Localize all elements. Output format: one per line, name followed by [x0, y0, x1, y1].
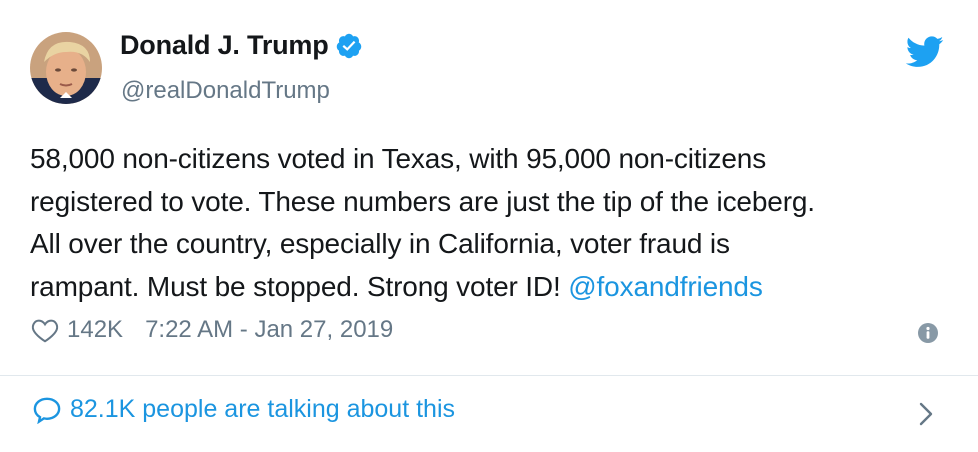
tweet-line-last: rampant. Must be stopped. Strong voter I…: [30, 266, 960, 309]
talking-about-label: 82.1K people are talking about this: [70, 395, 455, 423]
tweet-line: registered to vote. These numbers are ju…: [30, 185, 815, 217]
tweet-line: All over the country, especially in Cali…: [30, 228, 730, 259]
tweet-card: Donald J. Trump @realDonaldTrump 58,000 …: [0, 0, 978, 452]
mention-link[interactable]: @foxandfriends: [568, 271, 763, 302]
like-count[interactable]: 142K: [67, 316, 123, 344]
timestamp[interactable]: 7:22 AM - Jan 27, 2019: [145, 316, 393, 344]
avatar-image: [30, 32, 102, 104]
heart-icon[interactable]: [30, 315, 60, 345]
display-name[interactable]: Donald J. Trump: [120, 30, 329, 61]
chevron-right-icon[interactable]: [915, 401, 937, 427]
name-row: Donald J. Trump: [120, 30, 363, 61]
divider: [0, 375, 978, 376]
tweet-line-text: rampant. Must be stopped. Strong voter I…: [30, 270, 569, 302]
conversation-link[interactable]: 82.1K people are talking about this: [32, 395, 455, 424]
tweet-line: 58,000 non-citizens voted in Texas, with…: [30, 143, 767, 174]
tweet-text: 58,000 non-citizens voted in Texas, with…: [30, 138, 960, 308]
verified-badge-icon: [335, 32, 363, 60]
meta-row: 142K 7:22 AM - Jan 27, 2019: [30, 315, 393, 345]
twitter-bird-icon[interactable]: [905, 36, 944, 68]
handle[interactable]: @realDonaldTrump: [121, 77, 330, 105]
avatar[interactable]: [30, 32, 102, 104]
info-icon[interactable]: [917, 322, 939, 344]
speech-bubble-icon: [32, 396, 62, 424]
